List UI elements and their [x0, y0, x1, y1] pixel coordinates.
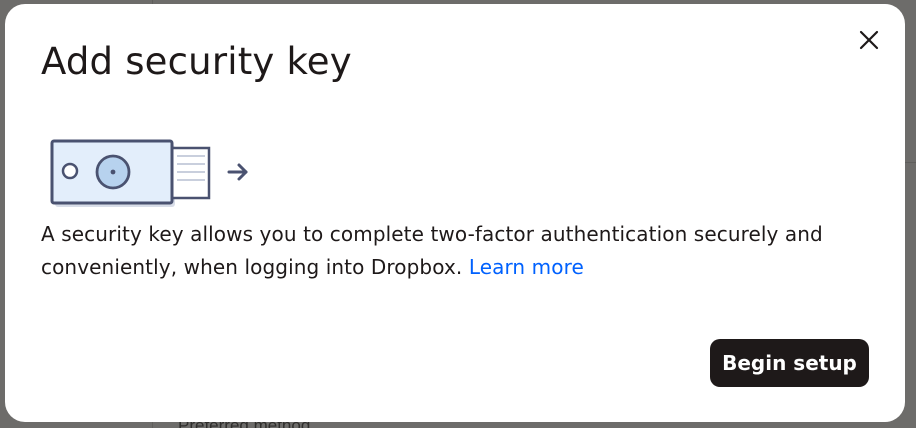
add-security-key-dialog: Add security key A security key allows y…	[5, 4, 905, 422]
close-button[interactable]	[851, 22, 887, 58]
dialog-title: Add security key	[41, 40, 352, 83]
dialog-description: A security key allows you to complete tw…	[41, 218, 841, 284]
description-text: A security key allows you to complete tw…	[41, 222, 823, 279]
close-icon	[859, 30, 879, 50]
learn-more-link[interactable]: Learn more	[469, 255, 584, 279]
begin-setup-button[interactable]: Begin setup	[710, 339, 869, 387]
security-key-illustration	[50, 139, 248, 207]
